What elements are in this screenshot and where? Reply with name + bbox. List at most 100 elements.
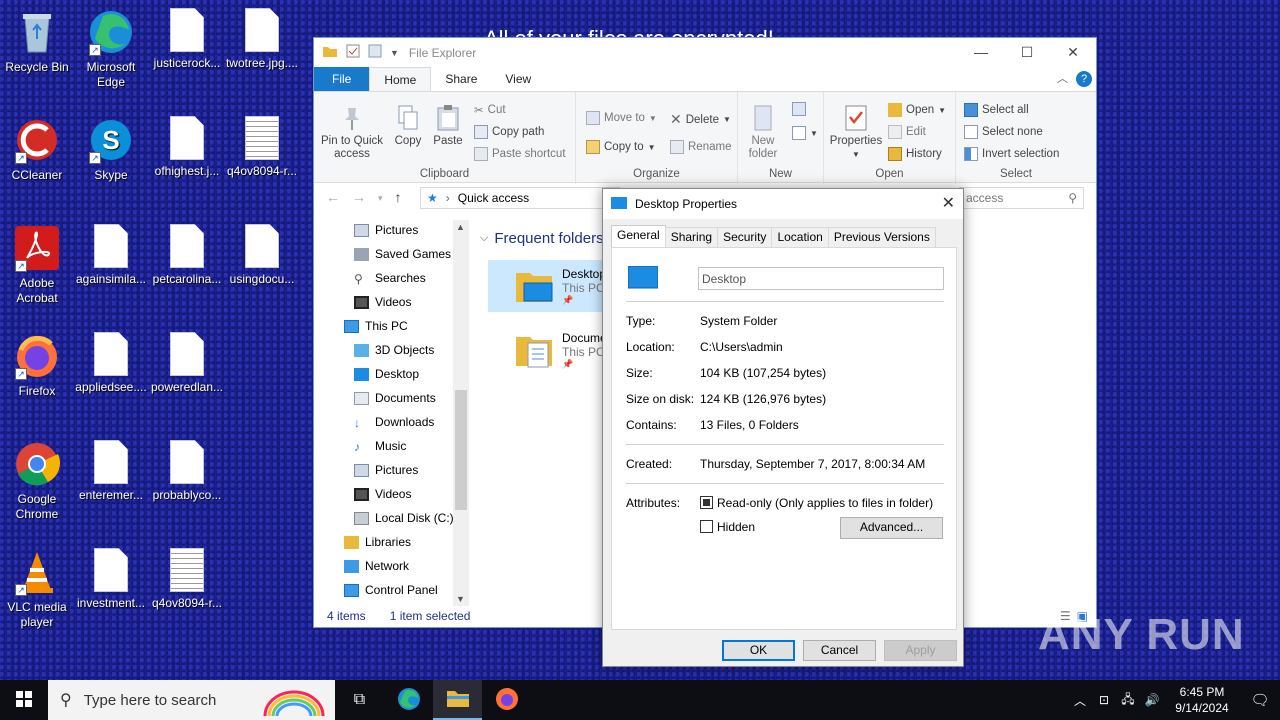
desktop-icon-vlc[interactable]: ↗ VLC media player <box>0 548 74 630</box>
nav-item-pictures[interactable]: Pictures <box>354 458 418 482</box>
chevron-down-icon[interactable]: ▼ <box>390 48 399 58</box>
nav-item-local-disk[interactable]: Local Disk (C:) <box>354 506 454 530</box>
address-bar[interactable]: ★ › Quick access <box>420 187 620 209</box>
tab-location[interactable]: Location <box>771 227 829 247</box>
tab-view[interactable]: View <box>491 67 545 91</box>
new-folder-quick-icon[interactable] <box>368 44 382 61</box>
scrollbar-thumb[interactable] <box>455 390 467 510</box>
desktop-icon-file[interactable]: ofhighest.j... <box>150 116 224 179</box>
copy-button[interactable]: Copy <box>390 104 426 148</box>
close-button[interactable]: ✕ <box>942 193 955 213</box>
desktop-icon-text-file[interactable]: q4ov8094-r... <box>150 548 224 611</box>
new-item-button[interactable] <box>792 102 806 116</box>
folder-name-field[interactable] <box>698 267 944 290</box>
tab-security[interactable]: Security <box>717 227 773 247</box>
desktop-icon-file[interactable]: twotree.jpg.... <box>225 8 299 71</box>
tab-share[interactable]: Share <box>431 67 491 91</box>
select-none-button[interactable]: Select none <box>964 125 1043 139</box>
start-button[interactable] <box>0 680 48 720</box>
back-arrow-icon[interactable]: ← <box>326 189 340 207</box>
desktop-icon-file[interactable]: usingdocu... <box>225 224 299 287</box>
taskbar-file-explorer[interactable] <box>433 680 482 720</box>
desktop-icon-ccleaner[interactable]: ↗ CCleaner <box>0 116 74 183</box>
edit-button[interactable]: Edit <box>888 125 926 139</box>
nav-item-videos[interactable]: Videos <box>354 290 411 314</box>
scroll-down-icon[interactable]: ▼ <box>456 594 465 604</box>
properties-quick-icon[interactable] <box>346 44 360 61</box>
desktop-icon-file[interactable]: probablyco... <box>150 440 224 503</box>
nav-item-control-panel[interactable]: Control Panel <box>344 578 438 602</box>
nav-item-downloads[interactable]: ↓ Downloads <box>354 410 434 434</box>
cut-button[interactable]: ✂ Cut <box>474 103 506 117</box>
volume-icon[interactable]: 🔊 <box>1140 693 1164 707</box>
notifications-icon[interactable]: 🗨 <box>1240 691 1280 709</box>
invert-selection-button[interactable]: Invert selection <box>964 147 1059 161</box>
nav-item-network[interactable]: Network <box>344 554 409 578</box>
desktop-icon-file[interactable]: againsimila... <box>74 224 148 287</box>
hidden-checkbox[interactable]: Hidden <box>700 520 755 534</box>
tab-previous-versions[interactable]: Previous Versions <box>827 227 936 247</box>
nav-item-videos[interactable]: Videos <box>354 482 411 506</box>
rename-button[interactable]: Rename <box>670 140 731 154</box>
chevron-up-icon[interactable]: ︿ <box>1068 692 1092 709</box>
taskbar-search-box[interactable]: ⚲ Type here to search <box>48 680 335 720</box>
nav-item-this-pc[interactable]: This PC <box>344 314 408 338</box>
nav-item-3d-objects[interactable]: 3D Objects <box>354 338 434 362</box>
device-icon[interactable]: ⊡ <box>1092 693 1116 707</box>
desktop-icon-microsoft-edge[interactable]: ↗ Microsoft Edge <box>74 8 148 90</box>
tab-file[interactable]: File <box>314 67 370 91</box>
pin-quick-access-button[interactable]: Pin to Quick access <box>318 104 386 161</box>
frequent-folders-header[interactable]: ⌵ Frequent folders <box>480 230 604 247</box>
ok-button[interactable]: OK <box>722 640 795 661</box>
scroll-up-icon[interactable]: ▲ <box>456 222 465 232</box>
tab-general[interactable]: General <box>611 225 666 247</box>
nav-item-searches[interactable]: ⚲ Searches <box>354 266 426 290</box>
paste-button[interactable]: Paste <box>430 104 466 148</box>
desktop-icon-recycle-bin[interactable]: Recycle Bin <box>0 8 74 75</box>
new-folder-button[interactable]: New folder <box>742 104 784 161</box>
collapse-ribbon-icon[interactable]: ︿ <box>1057 70 1068 86</box>
desktop-icon-adobe-acrobat[interactable]: ↗ Adobe Acrobat <box>0 224 74 306</box>
move-to-button[interactable]: Move to ▼ <box>586 111 657 125</box>
nav-item-pictures[interactable]: Pictures <box>354 218 418 242</box>
copy-path-button[interactable]: Copy path <box>474 125 544 139</box>
nav-item-libraries[interactable]: Libraries <box>344 530 411 554</box>
desktop-icon-file[interactable]: petcarolina... <box>150 224 224 287</box>
tab-sharing[interactable]: Sharing <box>664 227 719 247</box>
desktop-icon-text-file[interactable]: q4ov8094-r... <box>225 116 299 179</box>
desktop-icon-file[interactable]: appliedsee.... <box>74 332 148 395</box>
desktop-icon-file[interactable]: enteremer... <box>74 440 148 503</box>
help-icon[interactable]: ? <box>1076 71 1092 87</box>
search-input[interactable]: access ⚲ <box>959 187 1084 209</box>
recent-chevron-icon[interactable]: ▾ <box>378 189 383 207</box>
tab-home[interactable]: Home <box>369 67 432 91</box>
properties-button[interactable]: Properties ▼ <box>828 104 884 161</box>
task-view-button[interactable]: ⧉ <box>335 680 384 720</box>
nav-item-saved-games[interactable]: Saved Games <box>354 242 451 266</box>
history-button[interactable]: History <box>888 147 942 161</box>
clock[interactable]: 6:45 PM 9/14/2024 <box>1164 684 1240 716</box>
forward-arrow-icon[interactable]: → <box>352 189 366 207</box>
cancel-button[interactable]: Cancel <box>803 640 876 661</box>
desktop-icon-file[interactable]: justicerock... <box>150 8 224 71</box>
maximize-button[interactable]: ☐ <box>1004 38 1050 67</box>
desktop-icon-skype[interactable]: S ↗ Skype <box>74 116 148 183</box>
readonly-checkbox[interactable]: Read-only (Only applies to files in fold… <box>700 496 933 510</box>
nav-item-documents[interactable]: Documents <box>354 386 436 410</box>
delete-button[interactable]: ✕ Delete ▼ <box>670 111 731 128</box>
advanced-button[interactable]: Advanced... <box>840 517 943 539</box>
open-button[interactable]: Open ▼ <box>888 103 946 117</box>
taskbar-edge[interactable] <box>384 680 433 720</box>
paste-shortcut-button[interactable]: Paste shortcut <box>474 147 566 161</box>
desktop-icon-file[interactable]: investment... <box>74 548 148 611</box>
desktop-icon-firefox[interactable]: ↗ Firefox <box>0 332 74 399</box>
nav-item-desktop[interactable]: Desktop <box>354 362 419 386</box>
easy-access-button[interactable]: ▼ <box>792 126 818 140</box>
desktop-icon-google-chrome[interactable]: Google Chrome <box>0 440 74 522</box>
up-arrow-icon[interactable]: ↑ <box>395 189 402 207</box>
copy-to-button[interactable]: Copy to ▼ <box>586 140 656 154</box>
apply-button[interactable]: Apply <box>884 640 957 661</box>
desktop-icon-file[interactable]: poweredlan... <box>150 332 224 395</box>
network-icon[interactable]: 🖧 <box>1116 690 1140 711</box>
taskbar-firefox[interactable] <box>482 680 531 720</box>
